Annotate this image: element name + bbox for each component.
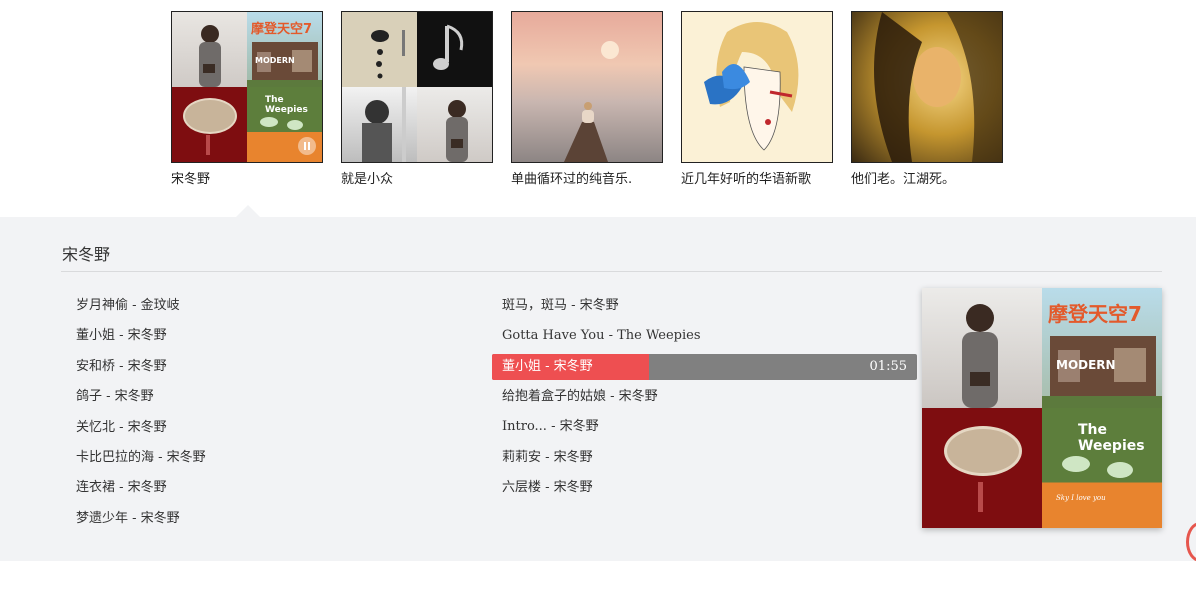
now-playing-cover[interactable]: 摩登天空7 MODERN The Weepies Sky I love you <box>922 288 1162 528</box>
now-playing-song[interactable]: 董小姐 - 宋冬野 01:55 <box>492 353 917 380</box>
song-list-left: 岁月神偷 - 金玟岐 董小姐 - 宋冬野 安和桥 - 宋冬野 鸽子 - 宋冬野 … <box>76 291 206 534</box>
photo-woman <box>446 100 468 162</box>
song-item[interactable]: 斑马，斑马 - 宋冬野 <box>492 291 917 321</box>
stones-image <box>371 30 405 79</box>
cover-title-text: 摩登天空7 <box>251 22 313 37</box>
song-label: 董小姐 - 宋冬野 <box>502 358 593 374</box>
playlist-cover[interactable] <box>341 11 493 163</box>
song-item[interactable]: 关忆北 - 宋冬野 <box>76 413 206 443</box>
song-item[interactable]: 六层楼 - 宋冬野 <box>492 473 917 503</box>
playlist-card-1[interactable]: 摩登天空7 MODERN The Weepies 宋冬野 <box>171 11 323 187</box>
playlist-card-5[interactable]: 他们老。江湖死。 <box>851 11 1003 187</box>
playlist-title[interactable]: 近几年好听的华语新歌 <box>681 168 833 187</box>
song-item[interactable]: 莉莉安 - 宋冬野 <box>492 443 917 473</box>
birds-illustration <box>1062 456 1133 478</box>
cover-title-text: 摩登天空7 <box>1048 302 1142 326</box>
portrait-image <box>874 12 1002 162</box>
sunset-pier-image <box>564 41 619 162</box>
song-item[interactable]: 岁月神偷 - 金玟岐 <box>76 291 206 321</box>
song-item[interactable]: 梦遗少年 - 宋冬野 <box>76 504 206 534</box>
playlist-cover[interactable] <box>511 11 663 163</box>
playback-time: 01:55 <box>869 358 907 374</box>
song-item[interactable]: Intro... - 宋冬野 <box>492 412 917 442</box>
playlist-title[interactable]: 宋冬野 <box>171 168 323 187</box>
playlist-title[interactable]: 就是小众 <box>341 168 493 187</box>
song-item[interactable]: Gotta Have You - The Weepies <box>492 321 917 351</box>
photo-woman <box>199 25 221 87</box>
playlist-card-4[interactable]: 近几年好听的华语新歌 <box>681 11 833 187</box>
playlist-cover[interactable] <box>681 11 833 163</box>
playlist-cover[interactable]: 摩登天空7 MODERN The Weepies <box>171 11 323 163</box>
cover-sub-text: Sky I love you <box>1056 494 1106 502</box>
pause-button[interactable] <box>298 137 316 155</box>
bw-portrait <box>362 87 406 162</box>
playlist-card-3[interactable]: 单曲循环过的纯音乐. <box>511 11 663 187</box>
panel-pointer <box>236 205 260 217</box>
song-item[interactable]: 连衣裙 - 宋冬野 <box>76 473 206 503</box>
playlist-card-2[interactable]: 就是小众 <box>341 11 493 187</box>
playlist-title[interactable]: 单曲循环过的纯音乐. <box>511 168 663 187</box>
cover-modern-text: MODERN <box>255 56 295 65</box>
panel-title: 宋冬野 <box>62 245 111 264</box>
playlist-row: 摩登天空7 MODERN The Weepies 宋冬野 就是小众 单曲循环过的… <box>171 11 1021 189</box>
divider <box>61 271 1162 272</box>
song-item[interactable]: 安和桥 - 宋冬野 <box>76 352 206 382</box>
photo-woman <box>962 304 998 408</box>
song-item[interactable]: 给抱着盒子的姑娘 - 宋冬野 <box>492 382 917 412</box>
butterfly-girl-illustration <box>704 22 799 151</box>
song-item[interactable]: 鸽子 - 宋冬野 <box>76 382 206 412</box>
song-item[interactable]: 卡比巴拉的海 - 宋冬野 <box>76 443 206 473</box>
cover-modern-text: MODERN <box>1056 358 1116 372</box>
music-note-icon <box>433 24 464 70</box>
playlist-title[interactable]: 他们老。江湖死。 <box>851 168 1003 187</box>
song-list-right: 斑马，斑马 - 宋冬野 Gotta Have You - The Weepies… <box>492 291 917 503</box>
playlist-cover[interactable] <box>851 11 1003 163</box>
song-item[interactable]: 董小姐 - 宋冬野 <box>76 321 206 351</box>
